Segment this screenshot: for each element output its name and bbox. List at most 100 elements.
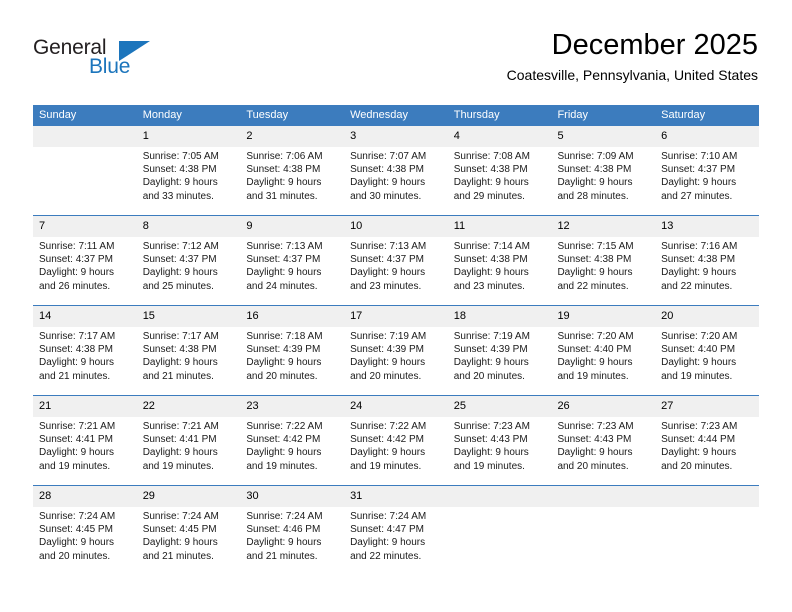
sunset-time: Sunset: 4:38 PM <box>557 164 632 176</box>
day-details: Sunrise: 7:17 AM Sunset: 4:38 PM Daylight:… <box>137 327 241 383</box>
sunrise-time: Sunrise: 7:24 AM <box>246 511 323 522</box>
sunset-time: Sunset: 4:41 PM <box>142 434 217 446</box>
calendar-day-cell[interactable]: 15 Sunrise: 7:17 AM Sunset: 4:38 PM Dayligh… <box>136 305 241 396</box>
sunrise-time: Sunrise: 7:18 AM <box>246 331 323 342</box>
day-details: Sunrise: 7:21 AM Sunset: 4:41 PM Daylight:… <box>33 417 137 473</box>
day-details: Sunrise: 7:05 AM Sunset: 4:38 PM Daylight:… <box>137 147 241 203</box>
daylight-line-2: and 19 minutes. <box>661 370 733 382</box>
calendar-day-cell[interactable]: 17 Sunrise: 7:19 AM Sunset: 4:39 PM Dayligh… <box>344 305 448 396</box>
sunrise-time: Sunrise: 7:12 AM <box>142 241 219 252</box>
calendar-day-cell[interactable] <box>447 485 552 575</box>
daylight-line-1: Daylight: 9 hours <box>39 537 115 549</box>
calendar-day-cell[interactable]: 20 Sunrise: 7:20 AM Sunset: 4:40 PM Dayligh… <box>655 305 759 396</box>
calendar-day-cell[interactable]: 11 Sunrise: 7:14 AM Sunset: 4:38 PM Dayligh… <box>447 215 552 306</box>
calendar-day-cell[interactable]: 8 Sunrise: 7:12 AM Sunset: 4:37 PM Daylight… <box>136 215 241 306</box>
calendar-day-cell[interactable]: 23 Sunrise: 7:22 AM Sunset: 4:42 PM Dayligh… <box>240 395 345 486</box>
day-number: 1 <box>136 126 241 147</box>
calendar-day-cell[interactable]: 21 Sunrise: 7:21 AM Sunset: 4:41 PM Dayligh… <box>33 395 137 486</box>
calendar-day-cell[interactable]: 14 Sunrise: 7:17 AM Sunset: 4:38 PM Dayligh… <box>33 305 137 396</box>
calendar-week-row: 28 Sunrise: 7:24 AM Sunset: 4:45 PM Dayligh… <box>33 485 759 575</box>
calendar-day-cell[interactable]: 1 Sunrise: 7:05 AM Sunset: 4:38 PM Daylight… <box>136 126 241 216</box>
day-details: Sunrise: 7:22 AM Sunset: 4:42 PM Daylight:… <box>240 417 344 473</box>
day-number <box>33 126 137 147</box>
calendar-day-cell[interactable]: 24 Sunrise: 7:22 AM Sunset: 4:42 PM Dayligh… <box>344 395 448 486</box>
day-number: 18 <box>447 306 552 327</box>
sunset-time: Sunset: 4:42 PM <box>350 434 424 446</box>
calendar-day-cell[interactable]: 29 Sunrise: 7:24 AM Sunset: 4:45 PM Dayligh… <box>136 485 241 575</box>
calendar-day-cell[interactable]: 27 Sunrise: 7:23 AM Sunset: 4:44 PM Dayligh… <box>655 395 759 486</box>
calendar-day-cell[interactable]: 22 Sunrise: 7:21 AM Sunset: 4:41 PM Dayligh… <box>136 395 241 486</box>
day-details: Sunrise: 7:24 AM Sunset: 4:45 PM Daylight:… <box>137 507 241 563</box>
daylight-line-1: Daylight: 9 hours <box>246 177 322 189</box>
calendar-day-cell[interactable]: 2 Sunrise: 7:06 AM Sunset: 4:38 PM Daylight… <box>240 126 345 216</box>
sunrise-time: Sunrise: 7:09 AM <box>557 151 634 162</box>
calendar-week-row: 1 Sunrise: 7:05 AM Sunset: 4:38 PM Daylight… <box>33 126 759 216</box>
day-details: Sunrise: 7:24 AM Sunset: 4:47 PM Daylight:… <box>344 507 448 563</box>
day-number: 24 <box>344 396 448 417</box>
day-details: Sunrise: 7:23 AM Sunset: 4:43 PM Daylight:… <box>551 417 655 473</box>
sunset-time: Sunset: 4:40 PM <box>557 344 632 356</box>
daylight-line-1: Daylight: 9 hours <box>142 447 218 459</box>
daylight-line-2: and 28 minutes. <box>557 190 629 202</box>
calendar-day-cell[interactable]: 28 Sunrise: 7:24 AM Sunset: 4:45 PM Dayligh… <box>33 485 137 575</box>
calendar-day-cell[interactable]: 31 Sunrise: 7:24 AM Sunset: 4:47 PM Dayligh… <box>344 485 448 575</box>
daylight-line-2: and 30 minutes. <box>350 190 422 202</box>
daylight-line-1: Daylight: 9 hours <box>39 447 115 459</box>
calendar-day-cell[interactable] <box>551 485 656 575</box>
daylight-line-1: Daylight: 9 hours <box>142 267 218 279</box>
calendar-week-row: 21 Sunrise: 7:21 AM Sunset: 4:41 PM Dayligh… <box>33 395 759 486</box>
weekday-header-sunday: Sunday <box>33 105 137 126</box>
calendar-day-cell[interactable]: 26 Sunrise: 7:23 AM Sunset: 4:43 PM Dayligh… <box>551 395 656 486</box>
daylight-line-2: and 22 minutes. <box>557 280 629 292</box>
calendar-day-cell[interactable]: 13 Sunrise: 7:16 AM Sunset: 4:38 PM Dayligh… <box>655 215 759 306</box>
calendar-day-cell[interactable]: 25 Sunrise: 7:23 AM Sunset: 4:43 PM Dayligh… <box>447 395 552 486</box>
daylight-line-2: and 31 minutes. <box>246 190 318 202</box>
daylight-line-2: and 23 minutes. <box>453 280 525 292</box>
day-number <box>447 486 552 507</box>
calendar-day-cell[interactable]: 5 Sunrise: 7:09 AM Sunset: 4:38 PM Daylight… <box>551 126 656 216</box>
daylight-line-1: Daylight: 9 hours <box>557 447 633 459</box>
calendar-day-cell[interactable]: 3 Sunrise: 7:07 AM Sunset: 4:38 PM Daylight… <box>344 126 448 216</box>
calendar-day-cell[interactable]: 7 Sunrise: 7:11 AM Sunset: 4:37 PM Daylight… <box>33 215 137 306</box>
day-number: 22 <box>136 396 241 417</box>
sunset-time: Sunset: 4:40 PM <box>661 344 736 356</box>
calendar-page: General Blue December 2025 Coatesville, … <box>0 0 792 612</box>
day-number: 5 <box>551 126 656 147</box>
calendar-day-cell[interactable]: 9 Sunrise: 7:13 AM Sunset: 4:37 PM Daylight… <box>240 215 345 306</box>
daylight-line-2: and 24 minutes. <box>246 280 318 292</box>
day-number: 29 <box>136 486 241 507</box>
weekday-header-row: Sunday Monday Tuesday Wednesday Thursday… <box>33 105 759 126</box>
day-details: Sunrise: 7:24 AM Sunset: 4:46 PM Daylight:… <box>240 507 344 563</box>
sunset-time: Sunset: 4:38 PM <box>557 254 632 266</box>
calendar-day-cell[interactable]: 19 Sunrise: 7:20 AM Sunset: 4:40 PM Dayligh… <box>551 305 656 396</box>
calendar-day-cell[interactable]: 18 Sunrise: 7:19 AM Sunset: 4:39 PM Dayligh… <box>447 305 552 396</box>
sunrise-time: Sunrise: 7:05 AM <box>142 151 219 162</box>
sunrise-time: Sunrise: 7:06 AM <box>246 151 323 162</box>
sunrise-time: Sunrise: 7:11 AM <box>39 241 115 252</box>
calendar-day-cell[interactable] <box>33 126 137 216</box>
day-number: 7 <box>33 216 137 237</box>
sunrise-time: Sunrise: 7:20 AM <box>661 331 738 342</box>
calendar-day-cell[interactable] <box>655 485 759 575</box>
sunrise-time: Sunrise: 7:23 AM <box>453 421 530 432</box>
day-number: 21 <box>33 396 137 417</box>
day-details: Sunrise: 7:07 AM Sunset: 4:38 PM Daylight:… <box>344 147 448 203</box>
calendar-day-cell[interactable]: 4 Sunrise: 7:08 AM Sunset: 4:38 PM Daylight… <box>447 126 552 216</box>
sunrise-time: Sunrise: 7:17 AM <box>39 331 116 342</box>
daylight-line-1: Daylight: 9 hours <box>350 267 426 279</box>
calendar-day-cell[interactable]: 10 Sunrise: 7:13 AM Sunset: 4:37 PM Dayligh… <box>344 215 448 306</box>
daylight-line-2: and 26 minutes. <box>39 280 111 292</box>
sunset-time: Sunset: 4:37 PM <box>246 254 321 266</box>
calendar-day-cell[interactable]: 16 Sunrise: 7:18 AM Sunset: 4:39 PM Dayligh… <box>240 305 345 396</box>
calendar-day-cell[interactable]: 12 Sunrise: 7:15 AM Sunset: 4:38 PM Dayligh… <box>551 215 656 306</box>
calendar-day-cell[interactable]: 6 Sunrise: 7:10 AM Sunset: 4:37 PM Daylight… <box>655 126 759 216</box>
weekday-header-friday: Friday <box>551 105 656 126</box>
page-subtitle: Coatesville, Pennsylvania, United States <box>506 67 758 83</box>
general-blue-logo[interactable]: General Blue <box>33 36 163 84</box>
page-header: General Blue December 2025 Coatesville, … <box>0 0 792 104</box>
day-details: Sunrise: 7:18 AM Sunset: 4:39 PM Daylight:… <box>240 327 344 383</box>
weekday-header-thursday: Thursday <box>447 105 552 126</box>
day-number: 27 <box>655 396 759 417</box>
sunrise-time: Sunrise: 7:21 AM <box>39 421 116 432</box>
calendar-day-cell[interactable]: 30 Sunrise: 7:24 AM Sunset: 4:46 PM Dayligh… <box>240 485 345 575</box>
